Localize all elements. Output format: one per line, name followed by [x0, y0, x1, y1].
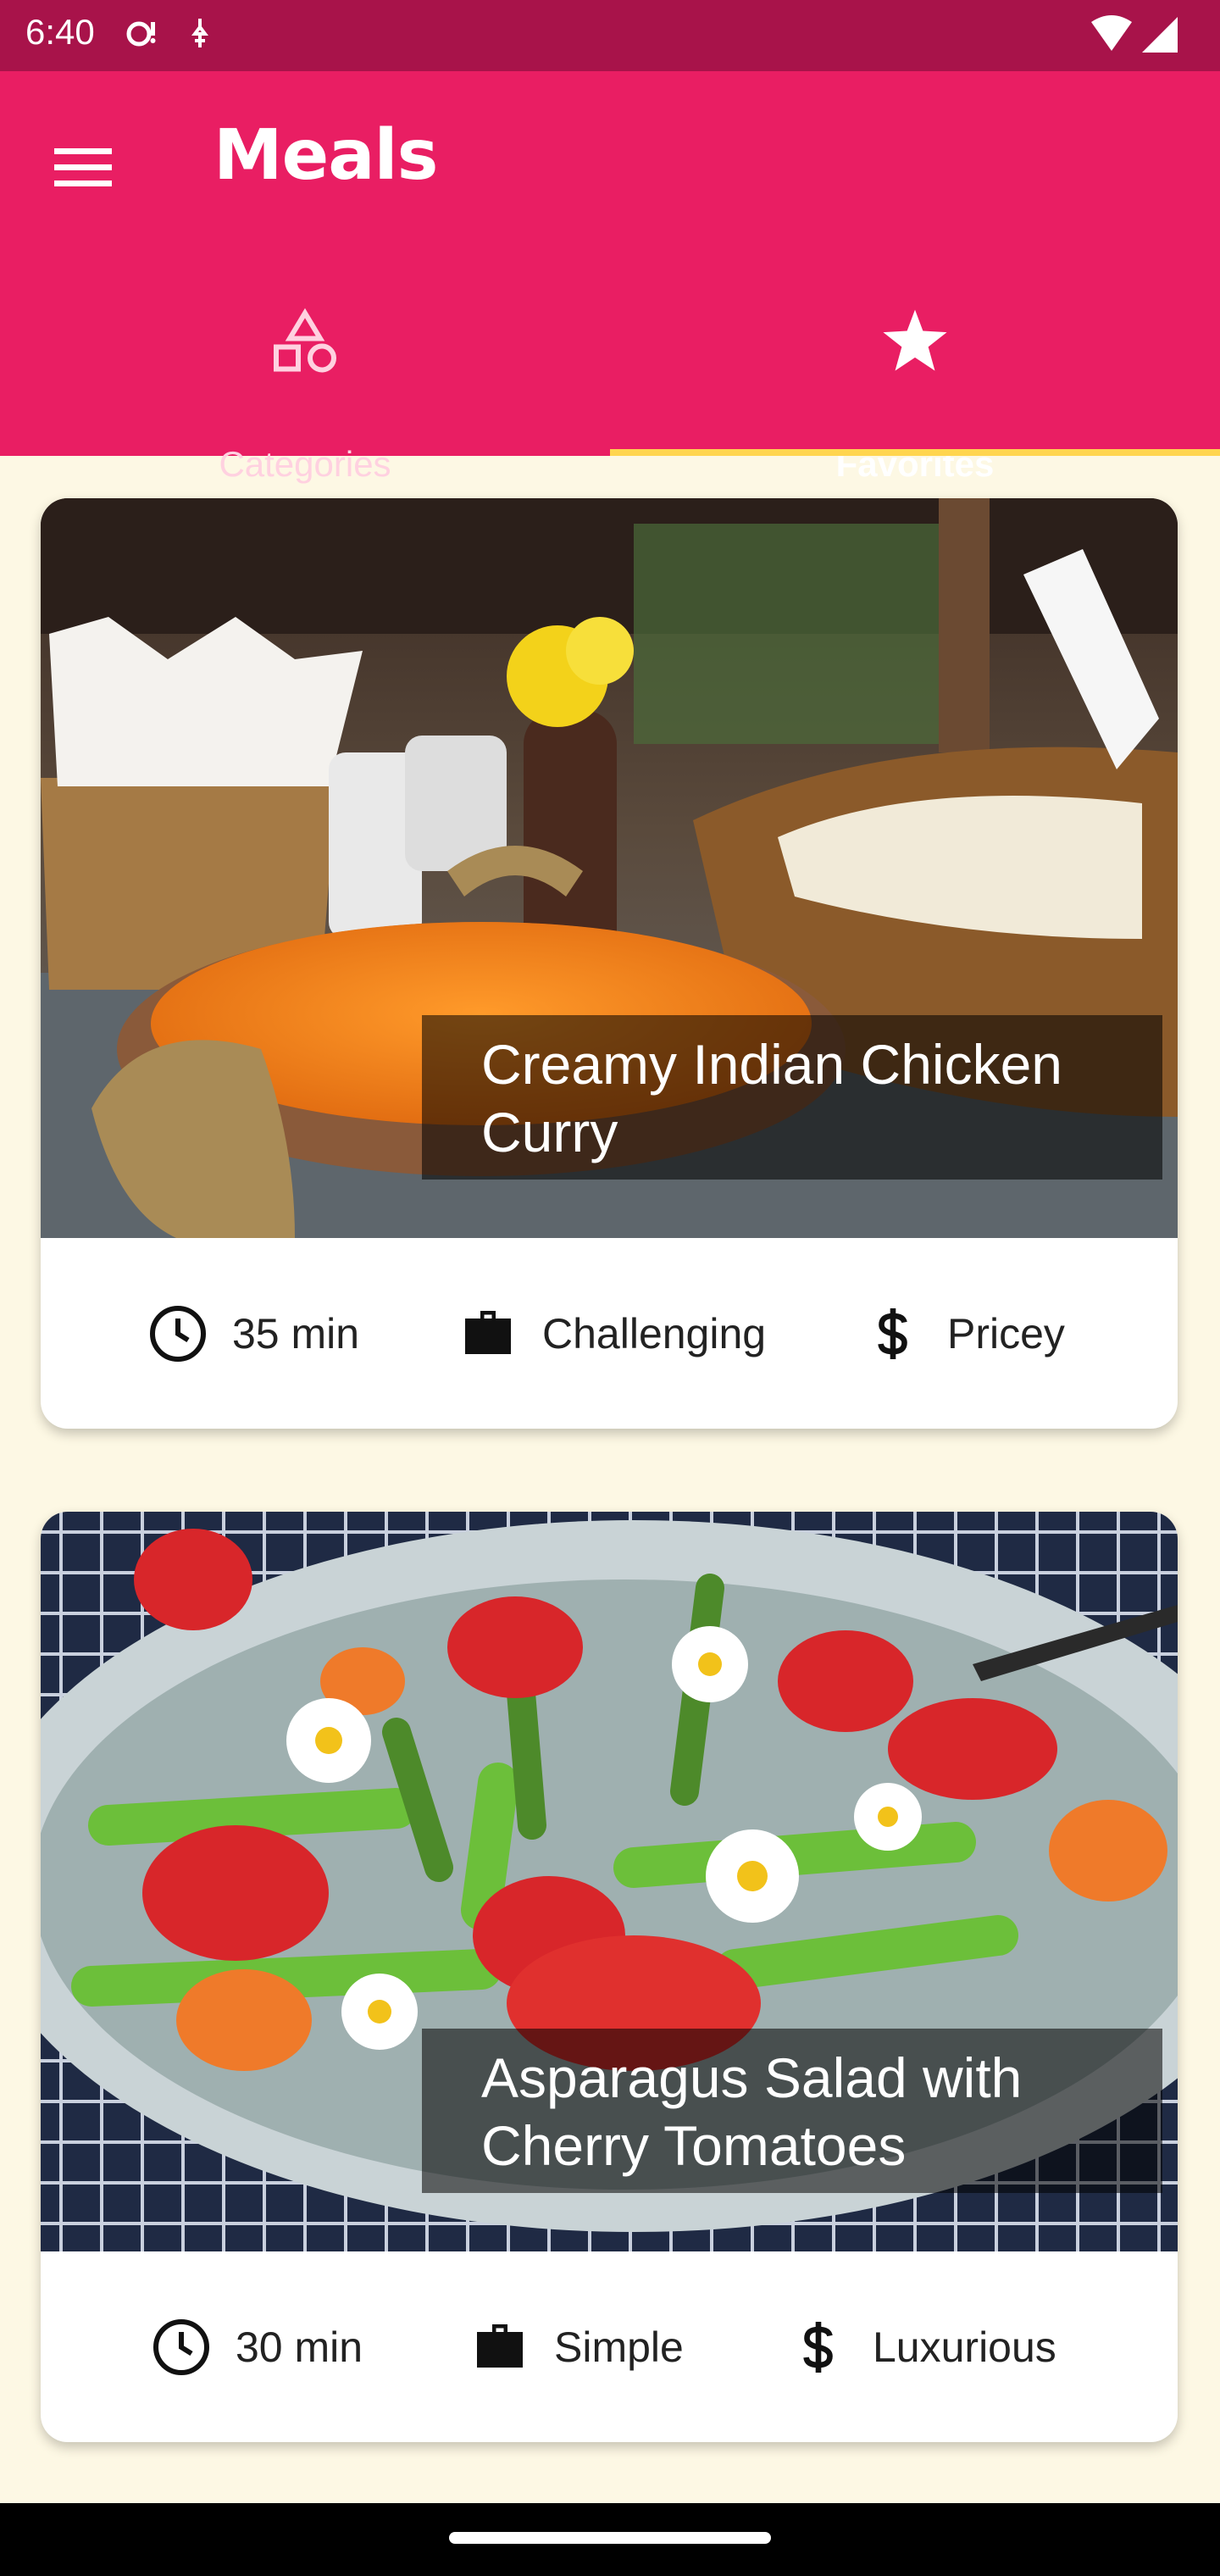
- tab-favorites[interactable]: Favorites: [610, 258, 1220, 484]
- clock-icon: [149, 2315, 214, 2379]
- meal-complexity: Challenging: [456, 1238, 766, 1429]
- meal-image: Asparagus Salad with Cherry Tomatoes: [41, 1512, 1178, 2251]
- tab-indicator: [610, 449, 1220, 456]
- meal-meta-row: 30 min Simple Luxurious: [41, 2251, 1178, 2442]
- meal-duration-text: 30 min: [236, 2323, 363, 2371]
- meal-affordability: Pricey: [861, 1238, 1065, 1429]
- status-time: 6:40: [25, 12, 95, 52]
- status-bar: 6:40: [0, 0, 1220, 71]
- meal-title-overlay: Asparagus Salad with Cherry Tomatoes: [422, 2029, 1162, 2193]
- app-bar: Meals Categories Favorites: [0, 71, 1220, 484]
- meal-affordability-text: Luxurious: [873, 2323, 1056, 2371]
- tab-categories-label: Categories: [219, 444, 391, 484]
- meal-complexity-text: Simple: [554, 2323, 684, 2371]
- signal-icons: [1090, 14, 1183, 60]
- meal-duration-text: 35 min: [232, 1309, 360, 1357]
- meal-complexity: Simple: [468, 2251, 684, 2442]
- meal-card[interactable]: Asparagus Salad with Cherry Tomatoes 30 …: [41, 1512, 1178, 2442]
- meal-duration: 30 min: [149, 2251, 363, 2442]
- notification-icons: [124, 15, 225, 57]
- app-title: Meals: [214, 115, 438, 196]
- meal-title: Creamy Indian Chicken Curry: [481, 1033, 1062, 1163]
- briefcase-icon: [456, 1302, 520, 1366]
- meal-complexity-text: Challenging: [542, 1309, 767, 1357]
- category-shapes-icon: [271, 308, 339, 377]
- meal-affordability: Luxurious: [786, 2251, 1056, 2442]
- meal-affordability-text: Pricey: [947, 1309, 1065, 1357]
- star-icon: [883, 309, 947, 375]
- meal-title-overlay: Creamy Indian Chicken Curry: [422, 1015, 1162, 1180]
- dollar-icon: [861, 1302, 925, 1366]
- dollar-icon: [786, 2315, 851, 2379]
- clock-icon: [146, 1302, 210, 1366]
- meal-image: Creamy Indian Chicken Curry: [41, 498, 1178, 1238]
- menu-button[interactable]: [47, 132, 119, 203]
- briefcase-icon: [468, 2315, 532, 2379]
- meal-card[interactable]: Creamy Indian Chicken Curry 35 min Chall…: [41, 498, 1178, 1429]
- meal-duration: 35 min: [146, 1238, 359, 1429]
- tab-categories[interactable]: Categories: [0, 258, 610, 484]
- system-nav-bar: [0, 2503, 1220, 2576]
- home-indicator[interactable]: [449, 2532, 771, 2544]
- meal-meta-row: 35 min Challenging Pricey: [41, 1238, 1178, 1429]
- hamburger-menu-icon: [54, 148, 112, 186]
- meal-title: Asparagus Salad with Cherry Tomatoes: [481, 2046, 1023, 2177]
